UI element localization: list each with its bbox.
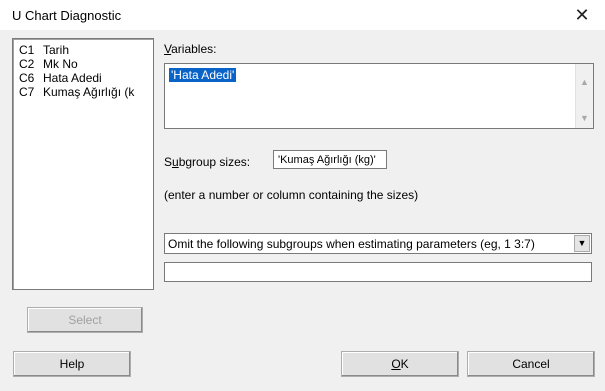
vertical-scrollbar[interactable]: ▲ ▼ xyxy=(575,64,593,128)
subgroup-hint: (enter a number or column containing the… xyxy=(164,188,419,202)
column-name: Tarih xyxy=(43,43,70,57)
variables-value: 'Hata Adedi' xyxy=(169,68,237,82)
variables-label: Variables: xyxy=(164,42,217,56)
column-name: Mk No xyxy=(43,57,78,71)
cancel-button[interactable]: Cancel xyxy=(467,351,595,377)
chevron-down-icon[interactable]: ▼ xyxy=(574,235,590,252)
column-id: C1 xyxy=(19,43,35,57)
ok-button[interactable]: OK xyxy=(341,351,459,377)
select-button[interactable]: Select xyxy=(27,307,143,333)
subgroup-sizes-label: Subgroup sizes: xyxy=(164,155,251,169)
close-icon[interactable]: ✕ xyxy=(569,4,595,26)
window-title: U Chart Diagnostic xyxy=(12,8,122,23)
list-item[interactable]: C1 Tarih xyxy=(19,43,69,57)
help-button[interactable]: Help xyxy=(13,351,131,377)
column-name: Kumaş Ağırlığı (k xyxy=(43,85,135,99)
list-item[interactable]: C6 Hata Adedi xyxy=(19,71,102,85)
scroll-down-icon[interactable]: ▼ xyxy=(576,110,593,127)
column-list[interactable]: C1 Tarih C2 Mk No C6 Hata Adedi C7 Kumaş Ağı… xyxy=(12,38,154,290)
list-item[interactable]: C2 Mk No xyxy=(19,57,78,71)
column-name: Hata Adedi xyxy=(43,71,102,85)
subgroup-sizes-input[interactable]: 'Kumaş Ağırlığı (kg)' xyxy=(273,150,387,169)
column-id: C6 xyxy=(19,71,35,85)
column-id: C2 xyxy=(19,57,35,71)
variables-input[interactable]: 'Hata Adedi' ▲ ▼ xyxy=(164,63,594,129)
omit-dropdown[interactable]: Omit the following subgroups when estima… xyxy=(164,233,592,254)
scroll-up-icon[interactable]: ▲ xyxy=(576,74,593,91)
column-id: C7 xyxy=(19,85,35,99)
omit-dropdown-value: Omit the following subgroups when estima… xyxy=(168,237,535,251)
list-item[interactable]: C7 Kumaş Ağırlığı (k xyxy=(19,85,134,99)
omit-subgroups-input[interactable] xyxy=(164,262,592,282)
